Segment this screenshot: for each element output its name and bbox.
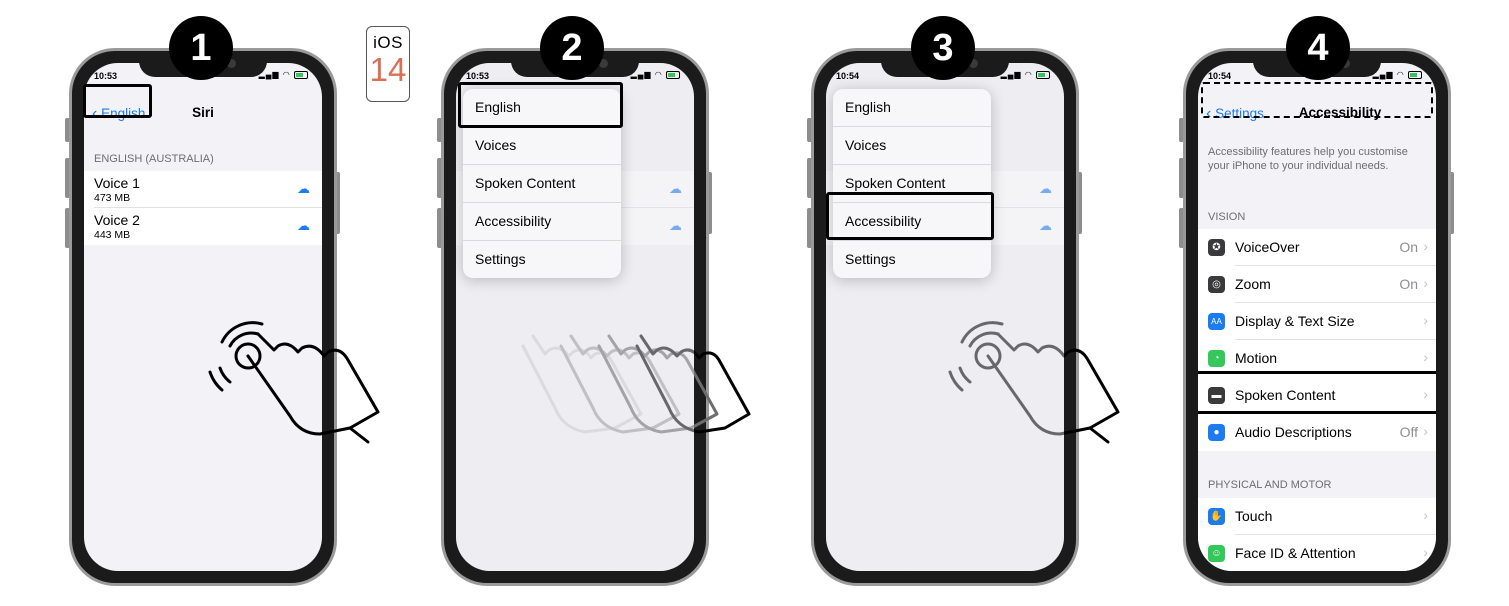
menu-item-voices[interactable]: Voices	[833, 127, 991, 165]
highlight-nav-bar	[1201, 82, 1433, 118]
chevron-right-icon: ›	[1423, 275, 1428, 291]
step-badge-4: 4	[1286, 16, 1350, 80]
back-history-menu: English Voices Spoken Content Accessibil…	[833, 89, 991, 278]
status-icons: ▂▄▆ ◠	[259, 70, 308, 79]
status-time: 10:54	[836, 71, 860, 81]
status-time: 10:53	[94, 71, 118, 81]
voice-name: Voice 1	[94, 175, 140, 191]
chevron-right-icon: ›	[1423, 544, 1428, 560]
ios-14-logo: iOS 14	[366, 26, 410, 102]
menu-item-english[interactable]: English	[833, 89, 991, 127]
chevron-right-icon: ›	[1423, 312, 1428, 328]
row-touch[interactable]: ✋ Touch ›	[1198, 498, 1436, 535]
row-face-id[interactable]: ☺ Face ID & Attention ›	[1198, 535, 1436, 571]
chevron-right-icon: ›	[1423, 238, 1428, 254]
row-label: Audio Descriptions	[1235, 424, 1352, 440]
row-display-text-size[interactable]: AA Display & Text Size ›	[1198, 303, 1436, 340]
voice-row-1[interactable]: Voice 1 473 MB ☁	[84, 171, 322, 208]
voice-size: 443 MB	[94, 229, 131, 241]
status-time: 10:53	[466, 71, 490, 81]
menu-item-voices[interactable]: Voices	[463, 127, 621, 165]
status-icons: ▂▄▆ ◠	[631, 70, 680, 79]
phone-4: 10:54 ▂▄▆ ◠ ‹ Settings Accessibility Acc…	[1183, 48, 1451, 586]
chevron-right-icon: ›	[1423, 507, 1428, 523]
back-menu-screen-select: 10:54 ▂▄▆ ◠ ☁ ☁ English Voices Spoken Co…	[826, 63, 1064, 571]
row-label: Touch	[1235, 508, 1273, 524]
chevron-right-icon: ›	[1423, 349, 1428, 365]
motion-icon: ◔	[1208, 350, 1225, 367]
menu-item-spoken-content[interactable]: Spoken Content	[463, 165, 621, 203]
row-audio-descriptions[interactable]: ● Audio Descriptions Off ›	[1198, 414, 1436, 451]
highlight-back-button	[83, 84, 152, 118]
physical-section-header: PHYSICAL AND MOTOR	[1208, 479, 1332, 491]
voice-row-2[interactable]: Voice 2 443 MB ☁	[84, 208, 322, 245]
status-icons: ▂▄▆ ◠	[1373, 70, 1422, 79]
step-badge-1: 1	[169, 16, 233, 80]
highlight-english-item	[458, 82, 623, 128]
ios-logo-number: 14	[369, 51, 407, 88]
row-voiceover[interactable]: ✪ VoiceOver On ›	[1198, 229, 1436, 266]
cloud-download-icon[interactable]: ☁	[297, 218, 310, 234]
highlight-spoken-content-row	[1198, 371, 1436, 414]
audio-description-icon: ●	[1208, 424, 1225, 441]
row-label: Display & Text Size	[1235, 313, 1355, 329]
face-id-icon: ☺	[1208, 545, 1225, 562]
voiceover-icon: ✪	[1208, 239, 1225, 256]
row-value: On	[1399, 239, 1418, 255]
menu-item-settings[interactable]: Settings	[463, 241, 621, 278]
voice-size: 473 MB	[94, 192, 131, 204]
status-icons: ▂▄▆ ◠	[1001, 70, 1050, 79]
nav-title: Siri	[192, 105, 214, 120]
row-label: VoiceOver	[1235, 239, 1300, 255]
menu-item-accessibility[interactable]: Accessibility	[463, 203, 621, 241]
voice-name: Voice 2	[94, 212, 140, 228]
row-label: Zoom	[1235, 276, 1271, 292]
hand-touch-icon: ✋	[1208, 508, 1225, 525]
vision-section-header: VISION	[1208, 211, 1246, 223]
step-badge-3: 3	[911, 16, 975, 80]
row-label: Face ID & Attention	[1235, 545, 1356, 561]
step-badge-2: 2	[540, 16, 604, 80]
menu-item-settings[interactable]: Settings	[833, 241, 991, 278]
accessibility-description: Accessibility features help you customis…	[1208, 146, 1408, 172]
phone-2: 10:53 ▂▄▆ ◠ ☁ ☁ English Voices Spoken Co…	[441, 48, 709, 586]
text-size-icon: AA	[1208, 313, 1225, 330]
long-press-hand-icon	[208, 321, 380, 444]
row-zoom[interactable]: ◎ Zoom On ›	[1198, 266, 1436, 303]
section-header: ENGLISH (AUSTRALIA)	[94, 153, 214, 165]
highlight-accessibility-item	[826, 192, 994, 240]
row-value: Off	[1399, 424, 1418, 440]
status-time: 10:54	[1208, 71, 1232, 81]
chevron-right-icon: ›	[1423, 423, 1428, 439]
row-value: On	[1399, 276, 1418, 292]
back-menu-screen: 10:53 ▂▄▆ ◠ ☁ ☁ English Voices Spoken Co…	[456, 63, 694, 571]
ios-logo-text: iOS	[373, 33, 403, 52]
row-label: Motion	[1235, 350, 1278, 366]
zoom-icon: ◎	[1208, 276, 1225, 293]
cloud-download-icon[interactable]: ☁	[297, 181, 310, 197]
accessibility-screen: 10:54 ▂▄▆ ◠ ‹ Settings Accessibility Acc…	[1198, 63, 1436, 571]
phone-3: 10:54 ▂▄▆ ◠ ☁ ☁ English Voices Spoken Co…	[811, 48, 1079, 586]
